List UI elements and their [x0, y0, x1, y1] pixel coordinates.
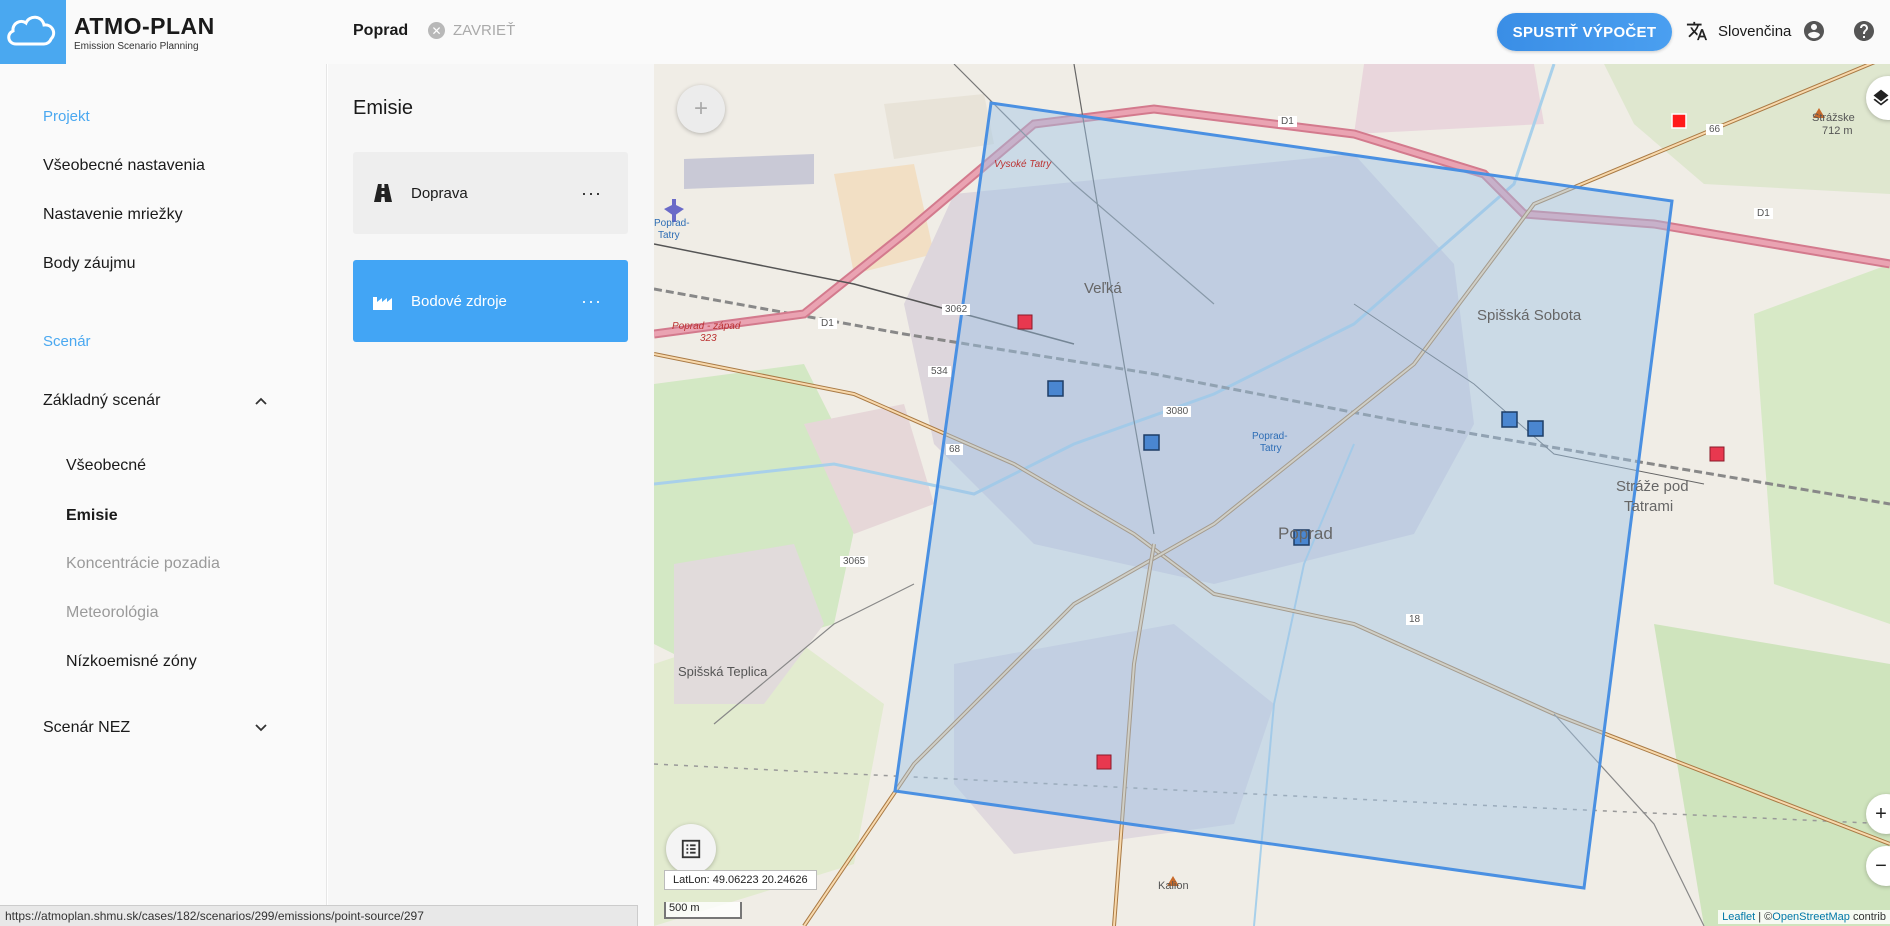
- scale-bar: 500 m: [664, 902, 742, 919]
- emission-card-point-sources[interactable]: Bodové zdroje ···: [353, 260, 628, 342]
- help-icon[interactable]: [1852, 19, 1876, 43]
- map-label-spisska-sobota: Spišská Sobota: [1477, 307, 1582, 324]
- sidebar-item-base-scenario[interactable]: Základný scenár: [43, 392, 160, 410]
- case-tab-title[interactable]: Poprad: [353, 22, 408, 40]
- map-label-airport-1: Poprad-: [654, 218, 690, 229]
- cloud-logo-icon[interactable]: [0, 0, 66, 64]
- legend-button[interactable]: [666, 824, 716, 874]
- sidebar-item-scenario-nez[interactable]: Scenár NEZ: [43, 719, 130, 737]
- point-source-marker[interactable]: [1527, 420, 1544, 437]
- map-attribution: Leaflet | ©OpenStreetMap contrib: [1718, 910, 1890, 924]
- card-label: Bodové zdroje: [411, 292, 507, 310]
- layers-icon: [1873, 89, 1889, 106]
- point-source-marker[interactable]: [1671, 113, 1687, 129]
- sidebar-item-low-emission-zones[interactable]: Nízkoemisné zóny: [66, 653, 197, 671]
- sidebar-item-grid-settings[interactable]: Nastavenie mriežky: [43, 206, 183, 224]
- map-label-strazske: Strážske: [1812, 112, 1855, 124]
- zoom-out-icon: −: [1875, 854, 1887, 877]
- sidebar-item-points-of-interest[interactable]: Body záujmu: [43, 255, 136, 273]
- section-scenar: Scenár: [43, 333, 91, 350]
- card-label: Doprava: [411, 184, 468, 202]
- translate-icon: [1686, 21, 1708, 41]
- chevron-up-icon[interactable]: [254, 394, 268, 408]
- more-options-icon[interactable]: ···: [573, 183, 610, 204]
- list-icon: [681, 839, 701, 859]
- map-label-straze-1: Stráže pod: [1616, 478, 1689, 495]
- map-label-road-18: 18: [1406, 614, 1424, 625]
- map-label-station-1: Poprad-: [1252, 431, 1288, 442]
- sidebar-item-emissions[interactable]: Emisie: [66, 507, 118, 525]
- leaflet-link[interactable]: Leaflet: [1722, 911, 1755, 923]
- map-label-d1: D1: [1278, 116, 1297, 127]
- coordinate-readout: LatLon: 49.06223 20.24626: [664, 870, 817, 890]
- map-label-road-68: 68: [946, 444, 964, 455]
- section-projekt: Projekt: [43, 108, 90, 125]
- map-label-station-2: Tatry: [1260, 443, 1282, 454]
- factory-icon: [373, 297, 392, 310]
- map-label-spisska-teplica: Spišská Teplica: [678, 664, 768, 679]
- map-label-d1: D1: [818, 318, 837, 329]
- close-label: ZAVRIEŤ: [453, 22, 516, 39]
- map-label-kalion: Kalion: [1158, 880, 1189, 892]
- map-view[interactable]: Poprad Spišská Sobota Stráže pod Tatrami…: [654, 64, 1890, 926]
- account-icon[interactable]: [1802, 19, 1826, 43]
- map-label-velka: Veľká: [1084, 280, 1122, 297]
- panel-title: Emisie: [353, 97, 414, 119]
- zoom-in-icon: +: [1875, 802, 1887, 825]
- map-label-road-66: 66: [1706, 124, 1724, 135]
- emissions-panel: Emisie Doprava ··· Bodové zdroje ···: [328, 64, 654, 926]
- point-source-marker[interactable]: [1709, 446, 1725, 462]
- chevron-down-icon[interactable]: [254, 721, 268, 735]
- language-selector[interactable]: Slovenčina: [1686, 20, 1791, 42]
- sidebar-item-general[interactable]: Všeobecné: [66, 457, 146, 475]
- close-case-button[interactable]: ✕ ZAVRIEŤ: [428, 22, 515, 39]
- attribution-tail: contrib: [1849, 911, 1886, 923]
- map-label-road-3080: 3080: [1163, 406, 1192, 417]
- emission-card-traffic[interactable]: Doprava ···: [353, 152, 628, 234]
- map-tiles: [654, 64, 1890, 926]
- add-source-button[interactable]: +: [677, 85, 725, 133]
- map-label-vysoke-tatry: Vysoké Tatry: [994, 159, 1052, 170]
- point-source-marker[interactable]: [1143, 434, 1160, 451]
- map-label-exit-323: 323: [700, 333, 717, 344]
- run-calculation-button[interactable]: SPUSTIŤ VÝPOČET: [1497, 13, 1672, 51]
- point-source-marker[interactable]: [1017, 314, 1033, 330]
- logo-text: ATMO-PLAN Emission Scenario Planning: [74, 13, 215, 52]
- map-label-straze-2: Tatrami: [1624, 498, 1674, 515]
- logo-subtitle: Emission Scenario Planning: [74, 41, 199, 52]
- browser-status-url: https://atmoplan.shmu.sk/cases/182/scena…: [0, 905, 638, 926]
- sidebar-item-background-concentrations: Koncentrácie pozadia: [66, 555, 220, 572]
- logo-title: ATMO-PLAN: [74, 13, 215, 39]
- point-source-marker[interactable]: [1047, 380, 1064, 397]
- map-label-road-3065: 3065: [840, 556, 869, 567]
- plus-icon: +: [693, 95, 708, 122]
- language-label: Slovenčina: [1718, 22, 1792, 40]
- sidebar-item-general-settings[interactable]: Všeobecné nastavenia: [43, 157, 205, 175]
- map-label-airport-2: Tatry: [658, 230, 680, 241]
- app-header: ATMO-PLAN Emission Scenario Planning Pop…: [0, 0, 1890, 64]
- road-icon: [374, 184, 392, 202]
- point-source-marker[interactable]: [1096, 754, 1112, 770]
- map-label-poprad-zapad: Poprad - západ: [672, 321, 741, 332]
- map-label-road-534: 534: [928, 366, 951, 377]
- map-label-d1: D1: [1754, 208, 1773, 219]
- point-source-marker[interactable]: [1501, 411, 1518, 428]
- sidebar-item-meteorology: Meteorológia: [66, 604, 159, 621]
- map-label-poprad: Poprad: [1278, 524, 1333, 543]
- attribution-separator: | ©: [1755, 911, 1773, 923]
- osm-link[interactable]: OpenStreetMap: [1772, 911, 1850, 923]
- close-circle-icon: ✕: [428, 22, 445, 39]
- more-options-icon[interactable]: ···: [573, 291, 610, 312]
- map-label-strazske-elevation: 712 m: [1822, 125, 1853, 137]
- map-label-road-3062: 3062: [942, 304, 971, 315]
- sidebar-nav: Projekt Všeobecné nastavenia Nastavenie …: [0, 64, 327, 926]
